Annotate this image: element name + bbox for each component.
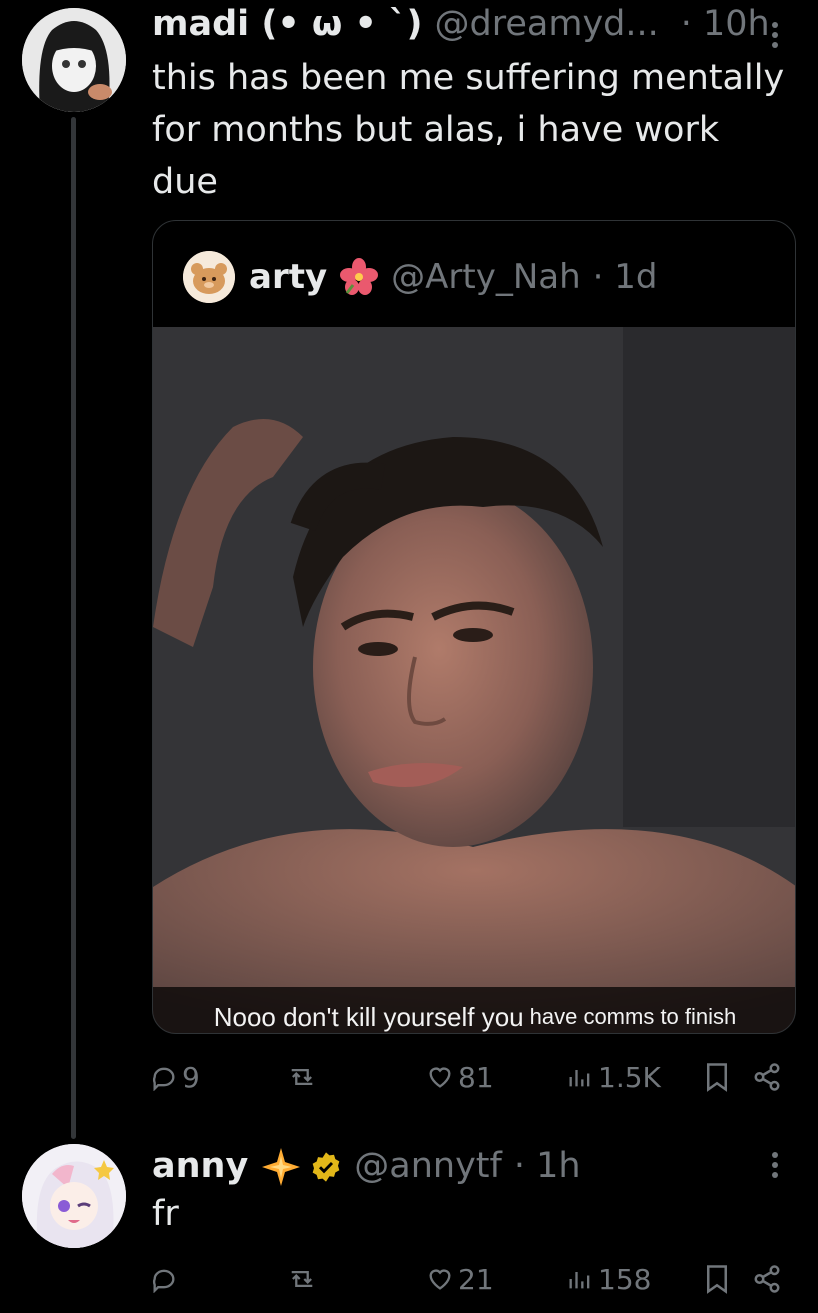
tweet1-time[interactable]: · 10h <box>681 4 770 44</box>
tweet2-action-bar: 21 158 <box>150 1259 790 1299</box>
tweet1-text: this has been me suffering mentally for … <box>152 58 785 202</box>
tweet2-more-icon[interactable] <box>770 1150 780 1180</box>
heart-icon <box>429 1067 451 1088</box>
tweet2-like-count: 21 <box>458 1262 494 1296</box>
arty-avatar <box>183 251 235 303</box>
verified-badge-icon[interactable] <box>310 1151 342 1183</box>
share-icon <box>754 1063 780 1091</box>
madi-avatar-image <box>22 8 126 112</box>
reply-icon <box>152 1067 175 1091</box>
tweet1-like-count: 81 <box>458 1060 494 1094</box>
tweet1-author-name[interactable]: madi (• ω • `) <box>152 4 423 44</box>
caption-small-text: have comms to finish <box>529 1004 737 1029</box>
flower-emoji-icon <box>339 257 379 297</box>
tweet2-handle[interactable]: @annytf <box>354 1146 502 1186</box>
tweet1-reply-button[interactable]: 9 <box>150 1057 200 1097</box>
tweet1-more-icon[interactable] <box>770 20 780 50</box>
tweet2-share-button[interactable] <box>752 1259 782 1299</box>
tweet1-handle[interactable]: @dreamyd... <box>435 4 659 44</box>
repost-icon <box>291 1069 313 1085</box>
selfie-photo-image <box>153 327 795 1033</box>
thread-connector-line <box>71 117 76 1139</box>
heart-icon <box>429 1269 451 1290</box>
quote-photo[interactable]: Nooo don't kill yourself you have comms … <box>153 327 795 1033</box>
tweet1-action-bar: 9 81 1.5K <box>150 1057 790 1097</box>
quote-tweet-card[interactable]: arty @Arty_Nah · 1d Nooo don't kill your… <box>152 220 796 1034</box>
repost-icon <box>291 1271 313 1287</box>
tweet2-author-name[interactable]: anny <box>152 1146 248 1186</box>
tweet1-header: madi (• ω • `) @dreamyd... · 10h <box>152 4 770 44</box>
tweet2-text: fr <box>152 1194 179 1234</box>
views-chart-icon <box>569 1272 590 1289</box>
tweet2-repost-button[interactable] <box>286 1259 322 1299</box>
anny-avatar-image <box>22 1144 126 1248</box>
tweet2-reply-button[interactable] <box>150 1259 182 1299</box>
tweet1-share-button[interactable] <box>752 1057 782 1097</box>
views-chart-icon <box>569 1070 590 1087</box>
tweet2-views-button[interactable]: 158 <box>566 1259 651 1299</box>
caption-main-text: Nooo don't kill yourself you <box>213 1001 524 1032</box>
quote-handle[interactable]: @Arty_Nah <box>391 257 581 297</box>
quote-author-name[interactable]: arty <box>249 257 327 297</box>
tweet2-time[interactable]: · 1h <box>514 1146 581 1186</box>
quote-time[interactable]: · 1d <box>593 257 658 297</box>
tweet1-reply-count: 9 <box>182 1060 200 1094</box>
tweet1-repost-button[interactable] <box>286 1057 322 1097</box>
madi-avatar[interactable] <box>22 8 126 112</box>
anny-avatar[interactable] <box>22 1144 126 1248</box>
tweet2-view-count: 158 <box>598 1262 652 1296</box>
tweet1-like-button[interactable]: 81 <box>426 1057 494 1097</box>
tweet2-bookmark-button[interactable] <box>704 1259 730 1299</box>
sparkle-emoji-icon <box>260 1146 302 1188</box>
bookmark-icon <box>707 1063 727 1092</box>
reply-icon <box>152 1269 175 1293</box>
tweet2-header: anny @annytf · 1h <box>152 1146 581 1188</box>
photo-caption-bar: Nooo don't kill yourself you have comms … <box>153 987 795 1033</box>
tweet1-bookmark-button[interactable] <box>704 1057 730 1097</box>
tweet1-view-count: 1.5K <box>598 1060 661 1094</box>
tweet1-views-button[interactable]: 1.5K <box>566 1057 661 1097</box>
bookmark-icon <box>707 1265 727 1294</box>
share-icon <box>754 1265 780 1293</box>
tweet2-like-button[interactable]: 21 <box>426 1259 494 1299</box>
quote-header: arty @Arty_Nah · 1d <box>183 251 658 303</box>
